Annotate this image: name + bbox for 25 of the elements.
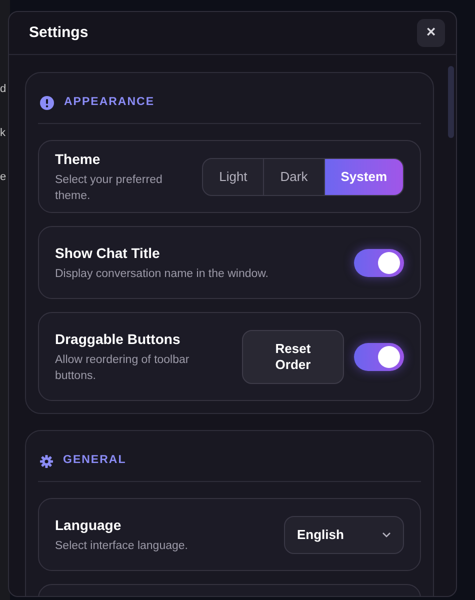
section-heading: GENERAL xyxy=(63,453,126,468)
toggle-switch[interactable] xyxy=(354,248,404,276)
chevron-down-icon xyxy=(382,532,391,538)
language-dropdown[interactable]: English xyxy=(284,516,404,554)
setting-label: Show Chat Title xyxy=(55,244,161,262)
setting-description: Allow reordering of toolbar buttons. xyxy=(55,352,190,384)
setting-description: Select interface language. xyxy=(55,538,189,554)
theme-option[interactable]: Light xyxy=(203,158,264,194)
background-text: e xyxy=(0,170,8,184)
setting-description: Display conversation name in the window. xyxy=(55,266,270,282)
theme-option[interactable]: System xyxy=(324,158,403,194)
toggle-switch[interactable] xyxy=(354,342,404,370)
background-text: d xyxy=(0,82,8,96)
alert-icon xyxy=(40,96,54,110)
reset-order-button[interactable]: Reset Order xyxy=(242,330,344,384)
setting-description: Select your preferred theme. xyxy=(55,172,164,204)
setting-label: Draggable Buttons xyxy=(55,330,182,348)
setting-label: Theme xyxy=(55,150,102,168)
scrollbar-thumb[interactable] xyxy=(448,66,454,138)
background-text: k xyxy=(0,126,6,140)
dialog-title: Settings xyxy=(29,22,88,43)
close-button[interactable]: × xyxy=(417,19,445,47)
setting-label: Language xyxy=(55,516,122,534)
settings-icon xyxy=(40,454,53,468)
section-heading: APPEARANCE xyxy=(64,95,155,110)
